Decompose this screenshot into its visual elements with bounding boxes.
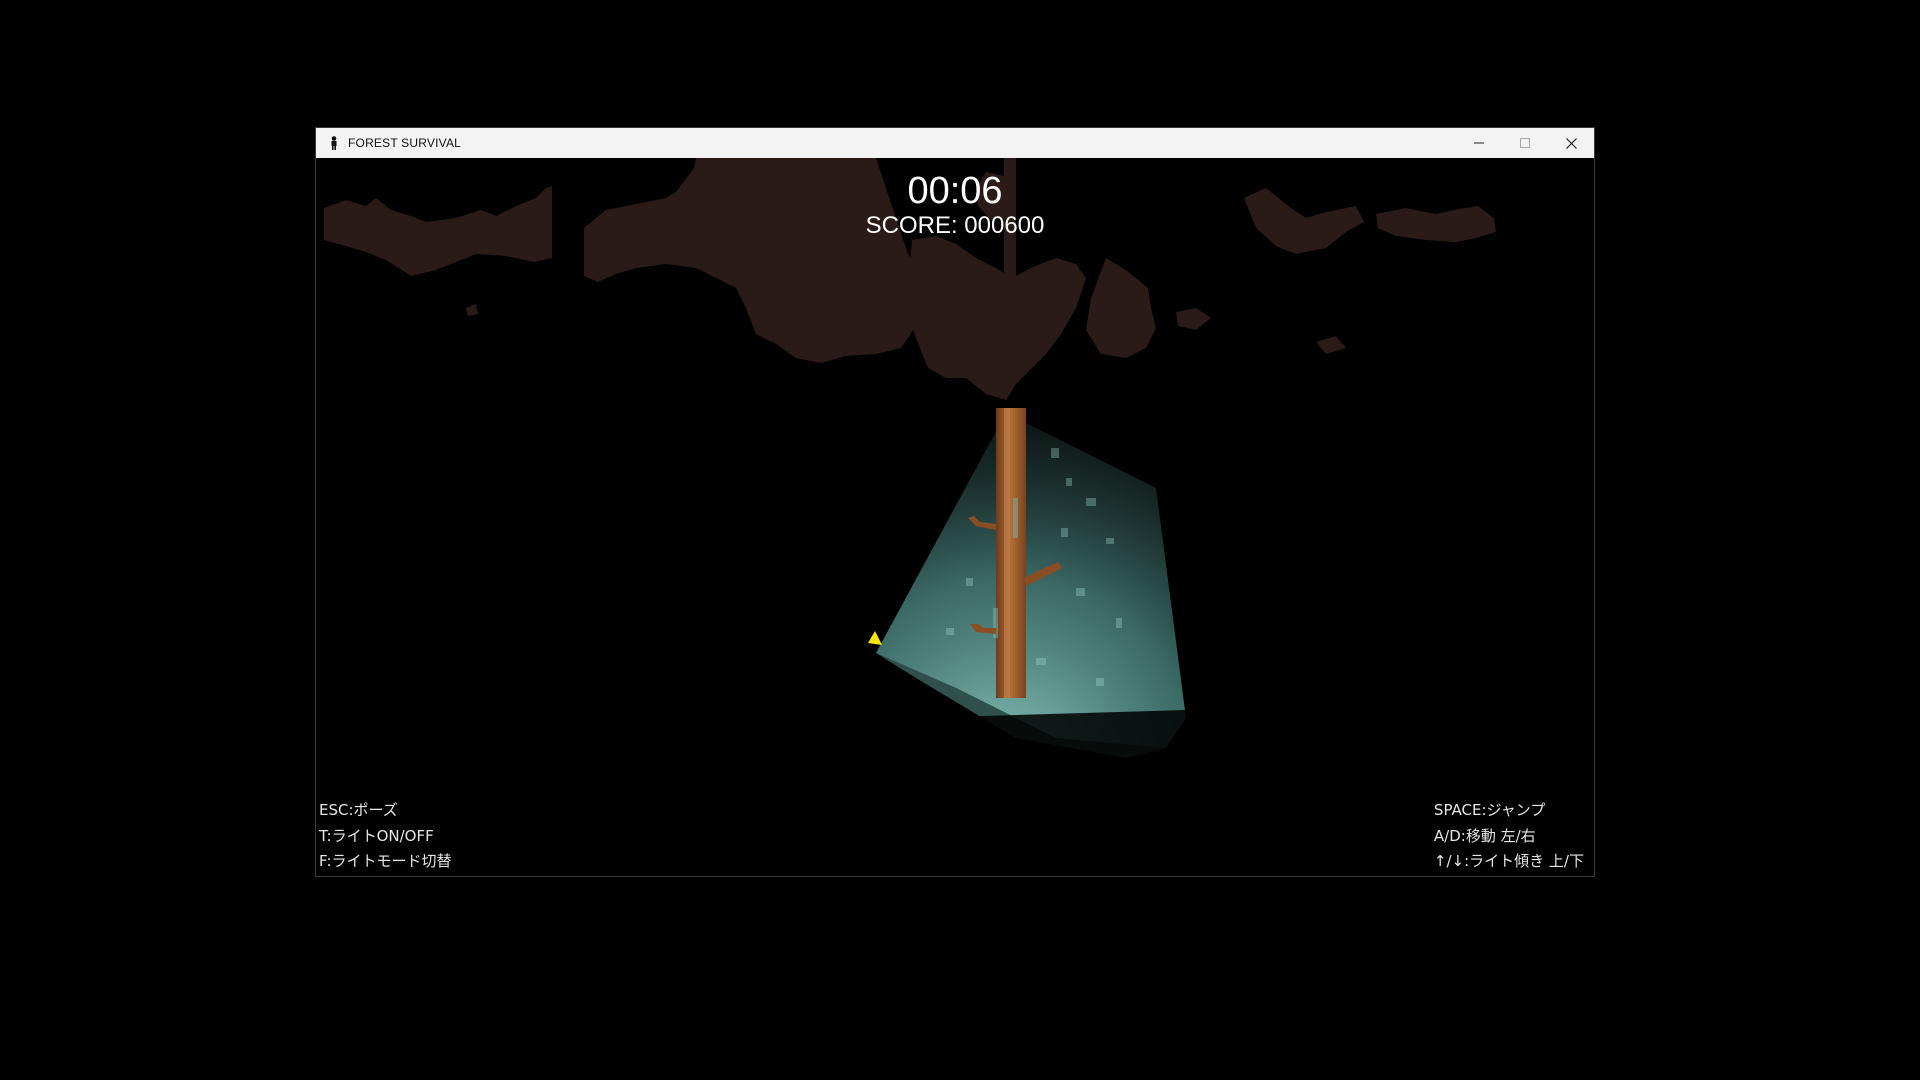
help-line-jump: SPACE:ジャンプ (1433, 801, 1546, 819)
maximize-icon (1520, 138, 1530, 148)
close-icon (1565, 137, 1577, 149)
help-line-move: A/D:移動 左/右 (1433, 826, 1536, 845)
title-bar[interactable]: FOREST SURVIVAL (316, 128, 1594, 158)
window-title: FOREST SURVIVAL (348, 136, 462, 150)
minimize-button[interactable] (1456, 128, 1502, 158)
hud-timer: 00:06 (907, 170, 1003, 212)
help-left-panel: ESC:ポーズ T:ライトON/OFF F:ライトモード切替 (319, 798, 452, 875)
help-line-pause: ESC:ポーズ (319, 801, 398, 819)
player-marker (868, 631, 882, 645)
help-line-light-toggle: T:ライトON/OFF (319, 826, 434, 845)
forest-scene (324, 158, 1594, 876)
flashlight-beam (876, 413, 1186, 758)
person-icon (326, 135, 342, 151)
minimize-icon (1474, 142, 1484, 144)
help-line-light-tilt: ↑/↓:ライト傾き 上/下 (1433, 852, 1584, 870)
game-window: FOREST SURVIVAL 00:06 SCORE: 000600 ESC:… (315, 127, 1595, 877)
help-right-panel: SPACE:ジャンプ A/D:移動 左/右 ↑/↓:ライト傾き 上/下 (1434, 798, 1584, 875)
help-line-light-mode: F:ライトモード切替 (319, 852, 452, 870)
close-button[interactable] (1548, 128, 1594, 158)
maximize-button[interactable] (1502, 128, 1548, 158)
game-canvas[interactable]: 00:06 SCORE: 000600 ESC:ポーズ T:ライトON/OFF … (316, 158, 1594, 876)
hud-score: SCORE: 000600 (865, 212, 1045, 239)
